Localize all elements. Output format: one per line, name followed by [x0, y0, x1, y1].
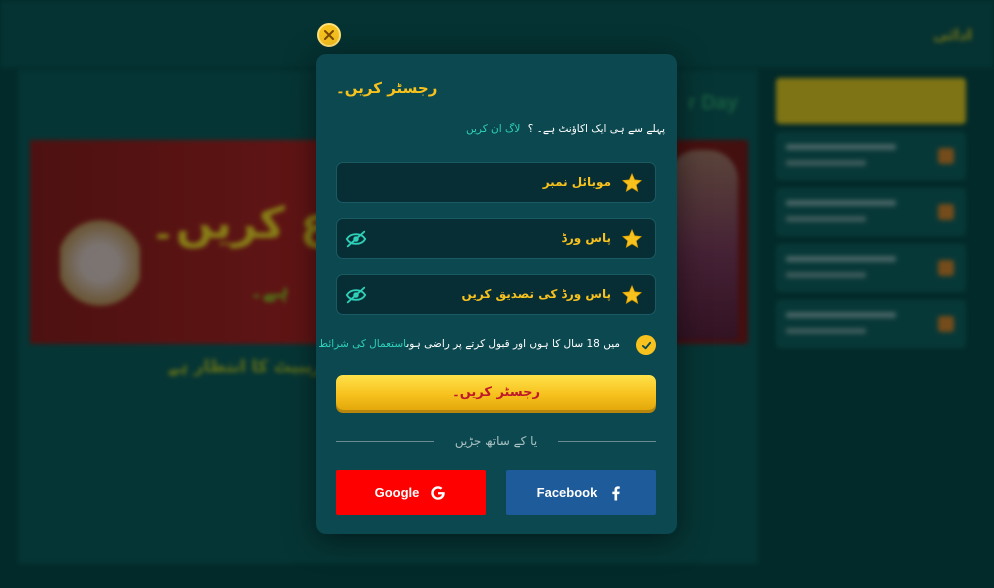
- confirm-password-label: پاس ورڈ کی تصدیق کریں: [461, 287, 611, 301]
- password-label: پاس ورڈ: [561, 231, 611, 245]
- terms-link[interactable]: استعمال کی شرائط: [318, 338, 406, 350]
- checkmark-icon: [641, 341, 651, 349]
- star-icon: [621, 172, 643, 193]
- google-icon: [431, 485, 446, 500]
- modal-title: رجسٹر کریں۔: [336, 79, 438, 97]
- facebook-login-button[interactable]: Facebook: [506, 470, 656, 515]
- confirm-password-field[interactable]: پاس ورڈ کی تصدیق کریں: [336, 274, 656, 315]
- password-field[interactable]: پاس ورڈ: [336, 218, 656, 259]
- facebook-icon: [612, 485, 621, 500]
- google-label: Google: [374, 485, 420, 500]
- login-link[interactable]: لاگ ان کریں: [466, 123, 520, 135]
- eye-off-icon[interactable]: [345, 285, 367, 305]
- register-button[interactable]: رجسٹر کریں۔: [336, 375, 656, 410]
- google-login-button[interactable]: Google: [336, 470, 486, 515]
- terms-statement: میں 18 سال کا ہوں اور قبول کرتے پر راضی …: [406, 338, 620, 350]
- register-modal: رجسٹر کریں۔ پہلے سے ہی ایک اکاؤنٹ ہے۔ ؟ …: [316, 54, 677, 534]
- facebook-label: Facebook: [536, 485, 598, 500]
- terms-text: میں 18 سال کا ہوں اور قبول کرتے پر راضی …: [318, 338, 620, 350]
- eye-off-icon[interactable]: [345, 229, 367, 249]
- login-prompt: پہلے سے ہی ایک اکاؤنٹ ہے۔ ؟ لاگ ان کریں: [466, 123, 665, 135]
- login-prompt-text: پہلے سے ہی ایک اکاؤنٹ ہے۔ ؟: [527, 123, 666, 135]
- close-button[interactable]: [317, 23, 341, 47]
- mobile-number-label: موبائل نمبر: [542, 175, 611, 189]
- star-icon: [621, 228, 643, 249]
- mobile-number-field[interactable]: موبائل نمبر: [336, 162, 656, 203]
- terms-checkbox[interactable]: [636, 335, 656, 355]
- star-icon: [621, 284, 643, 305]
- divider-line: [558, 441, 656, 442]
- terms-row: میں 18 سال کا ہوں اور قبول کرتے پر راضی …: [318, 334, 656, 356]
- social-divider: یا کے ساتھ جڑیں: [336, 432, 656, 452]
- register-button-label: رجسٹر کریں۔: [452, 385, 540, 400]
- close-icon: [324, 30, 334, 40]
